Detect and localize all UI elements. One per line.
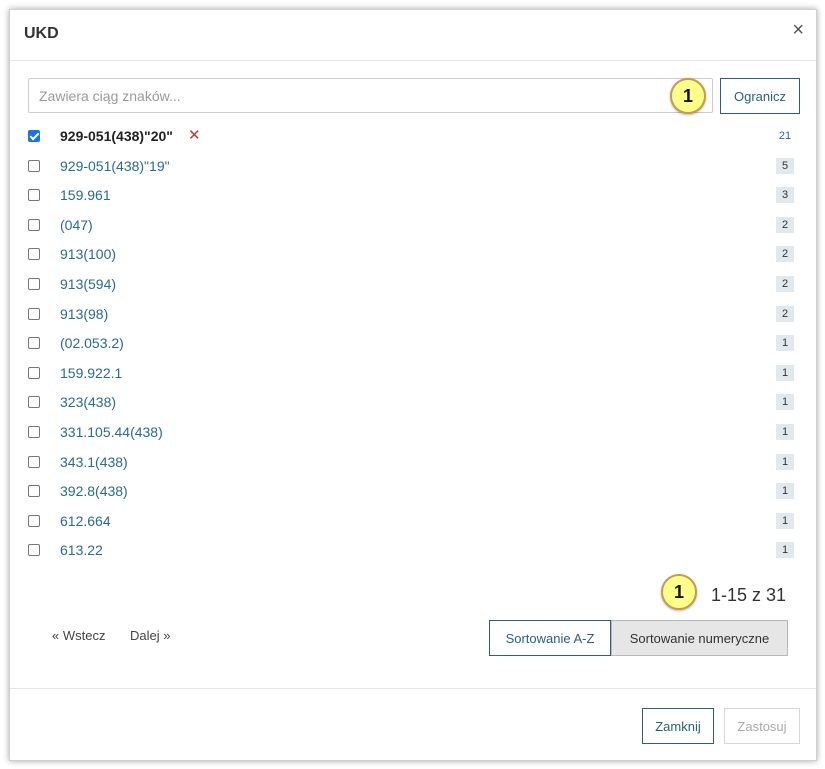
item-label[interactable]: 323(438) — [60, 394, 116, 410]
ukd-dialog: UKD × 1 Ogranicz 929-051(438)"20"✕21929-… — [9, 9, 817, 761]
list-item[interactable]: 913(98) 2 — [10, 300, 816, 329]
close-button[interactable]: Zamknij — [642, 708, 714, 744]
item-count-badge: 21 — [778, 130, 792, 142]
list-item[interactable]: (047) 2 — [10, 211, 816, 240]
item-checkbox[interactable] — [28, 366, 40, 379]
item-label[interactable]: 913(594) — [60, 276, 116, 292]
item-checkbox[interactable] — [28, 248, 40, 261]
item-checkbox[interactable] — [28, 544, 40, 557]
item-count-badge: 1 — [776, 364, 794, 381]
item-label[interactable]: 159.922.1 — [60, 365, 122, 381]
item-count-badge: 1 — [776, 394, 794, 411]
close-icon[interactable]: × — [792, 20, 804, 40]
list-item[interactable]: 159.922.1 1 — [10, 359, 816, 388]
item-count-badge: 5 — [776, 157, 794, 174]
item-label[interactable]: 159.961 — [60, 187, 111, 203]
item-checkbox[interactable] — [28, 485, 40, 498]
item-checkbox[interactable] — [28, 426, 40, 438]
item-label[interactable]: 613.22 — [60, 542, 103, 558]
item-count-badge: 1 — [776, 483, 794, 500]
list-item[interactable]: 323(438) 1 — [10, 388, 816, 417]
list-item[interactable]: 343.1(438) 1 — [10, 448, 816, 477]
item-checkbox[interactable] — [28, 278, 40, 290]
item-label[interactable]: 913(100) — [60, 246, 116, 262]
pagination-range: 1-15 z 31 — [710, 585, 786, 605]
item-checkbox[interactable] — [28, 337, 40, 350]
list-item[interactable]: (02.053.2) 1 — [10, 329, 816, 358]
item-checkbox[interactable] — [28, 455, 40, 468]
list-item[interactable]: 159.961 3 — [10, 181, 816, 210]
item-checkbox[interactable] — [28, 189, 40, 202]
item-count-badge: 2 — [776, 216, 794, 233]
prev-page-link[interactable]: « Wstecz — [52, 628, 105, 643]
dialog-header: UKD × — [10, 10, 816, 61]
item-label[interactable]: 612.664 — [60, 513, 111, 529]
item-checkbox[interactable] — [28, 218, 40, 231]
apply-button[interactable]: Zastosuj — [724, 708, 800, 744]
item-label[interactable]: 343.1(438) — [60, 454, 128, 470]
dialog-title: UKD — [24, 25, 59, 42]
item-count-badge: 1 — [776, 335, 794, 352]
item-count-badge: 1 — [776, 512, 794, 529]
sort-numeric-button[interactable]: Sortowanie numeryczne — [611, 620, 788, 656]
remove-filter-icon[interactable]: ✕ — [188, 126, 201, 144]
item-label[interactable]: 392.8(438) — [60, 483, 128, 499]
item-count-badge: 2 — [776, 305, 794, 322]
item-count-badge: 1 — [776, 542, 794, 559]
list-item[interactable]: 392.8(438) 1 — [10, 477, 816, 506]
item-checkbox[interactable] — [28, 396, 40, 409]
item-label[interactable]: (02.053.2) — [60, 335, 124, 351]
list-item[interactable]: 913(100) 2 — [10, 240, 816, 269]
footer-divider — [10, 688, 816, 689]
item-checkbox[interactable] — [28, 130, 40, 142]
item-label[interactable]: 331.105.44(438) — [60, 424, 163, 440]
annotation-badge-pagination: 1 — [661, 574, 697, 610]
item-count-badge: 2 — [776, 246, 794, 263]
item-checkbox[interactable] — [28, 307, 40, 320]
item-label[interactable]: 929-051(438)"20" — [60, 128, 173, 144]
annotation-badge-search: 1 — [670, 78, 706, 114]
item-checkbox[interactable] — [28, 159, 40, 172]
search-input[interactable] — [28, 78, 713, 113]
item-count-badge: 1 — [776, 453, 794, 470]
list-item[interactable]: 929-051(438)"19" 5 — [10, 152, 816, 181]
item-label[interactable]: 913(98) — [60, 306, 108, 322]
item-checkbox[interactable] — [28, 514, 40, 527]
sort-alpha-button[interactable]: Sortowanie A-Z — [489, 620, 611, 656]
item-label[interactable]: 929-051(438)"19" — [60, 158, 170, 174]
list-item[interactable]: 913(594) 2 — [10, 270, 816, 299]
item-count-badge: 1 — [776, 424, 794, 440]
item-label[interactable]: (047) — [60, 217, 93, 233]
list-item[interactable]: 331.105.44(438) 1 — [10, 418, 816, 447]
next-page-link[interactable]: Dalej » — [130, 628, 170, 643]
list-item[interactable]: 613.22 1 — [10, 536, 816, 565]
item-count-badge: 2 — [776, 276, 794, 292]
item-count-badge: 3 — [776, 187, 794, 204]
list-item[interactable]: 929-051(438)"20" ✕ 21 — [10, 122, 816, 151]
filter-button[interactable]: Ogranicz — [720, 78, 800, 114]
list-item[interactable]: 612.664 1 — [10, 507, 816, 536]
